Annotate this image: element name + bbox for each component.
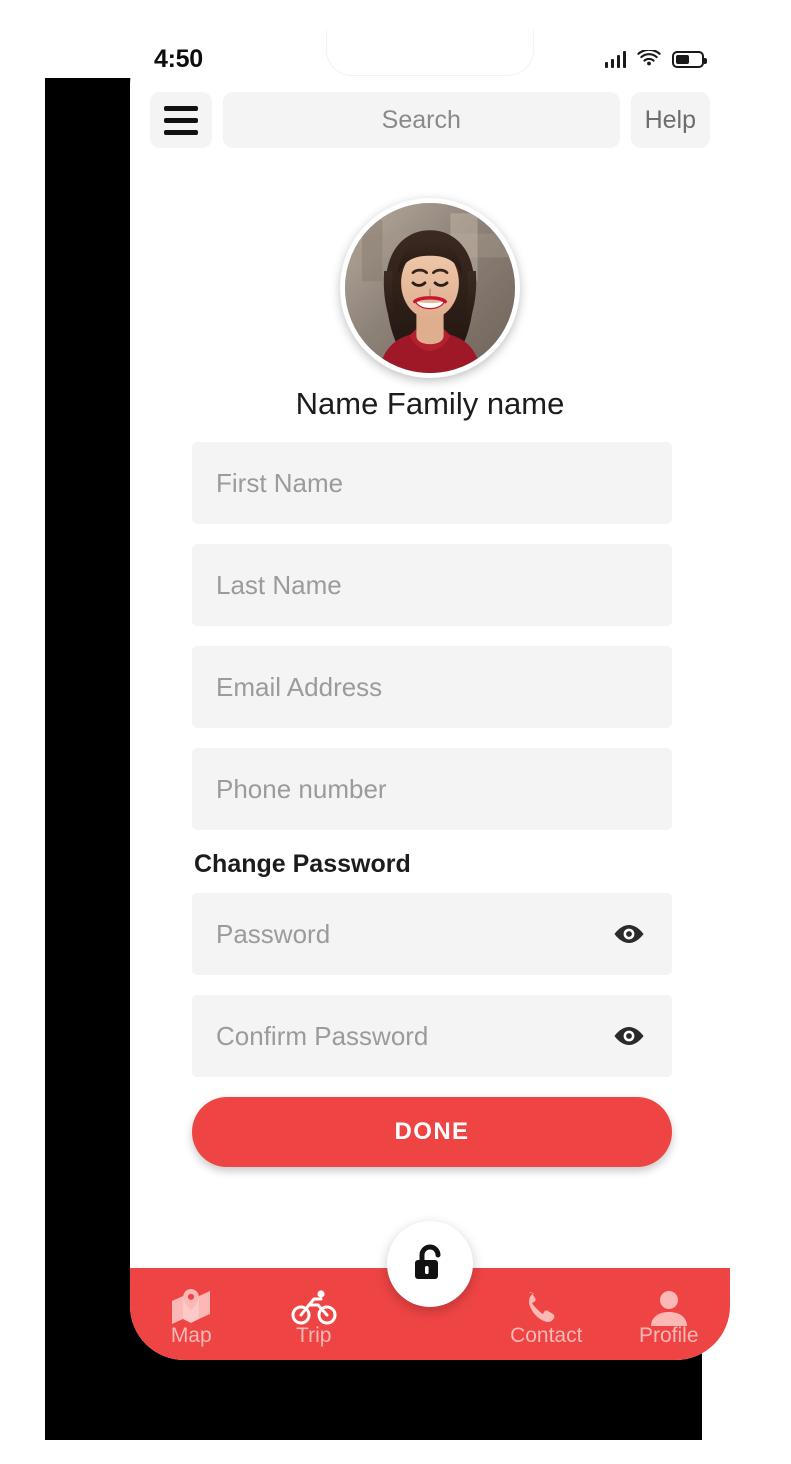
last-name-placeholder: Last Name (216, 569, 342, 600)
nav-item-trip[interactable]: Trip (253, 1268, 376, 1360)
status-bar-icons (604, 48, 707, 68)
eye-icon[interactable] (612, 922, 646, 946)
nav-item-contact[interactable]: Contact (485, 1268, 608, 1360)
unlock-padlock-icon (409, 1241, 451, 1287)
password-placeholder: Password (216, 918, 331, 949)
done-button-label: DONE (394, 1118, 470, 1145)
app-bar: Search Help (130, 92, 730, 148)
phone-number-placeholder: Phone number (216, 773, 387, 804)
nav-label-contact: Contact (510, 1324, 583, 1347)
nav-label-map: Map (170, 1324, 212, 1347)
bicycle-icon (291, 1288, 337, 1328)
phone-number-field[interactable]: Phone number (192, 748, 672, 830)
nav-item-map[interactable]: Map (130, 1268, 253, 1360)
avatar-photo (340, 198, 520, 378)
first-name-field[interactable]: First Name (192, 442, 672, 524)
cellular-signal-icon (604, 50, 626, 68)
nav-item-profile[interactable]: Profile (608, 1268, 731, 1360)
search-placeholder: Search (381, 105, 461, 134)
eye-icon[interactable] (612, 1024, 646, 1048)
unlock-fab-button[interactable] (387, 1221, 473, 1307)
first-name-placeholder: First Name (216, 467, 344, 498)
email-address-field[interactable]: Email Address (192, 646, 672, 728)
profile-form: First Name Last Name Email Address Phone… (192, 442, 672, 1167)
phone-icon (523, 1288, 569, 1328)
status-bar: 4:50 (130, 30, 730, 88)
nav-label-profile: Profile (638, 1324, 699, 1347)
battery-icon (672, 50, 707, 68)
last-name-field[interactable]: Last Name (192, 544, 672, 626)
avatar[interactable] (340, 198, 520, 378)
change-password-label: Change Password (194, 850, 411, 878)
phone-screen: 4:50 Search Help Name Family name First … (130, 30, 730, 1360)
page-title: Name Family name (295, 386, 565, 421)
person-icon (646, 1288, 692, 1328)
status-bar-time: 4:50 (154, 44, 203, 73)
hamburger-menu-icon[interactable] (150, 92, 212, 148)
screenshot-stage: 4:50 Search Help Name Family name First … (0, 0, 791, 1464)
nav-label-trip: Trip (296, 1324, 332, 1347)
map-pin-icon (168, 1288, 214, 1328)
done-button[interactable]: DONE (192, 1097, 672, 1167)
email-address-placeholder: Email Address (216, 671, 383, 702)
confirm-password-placeholder: Confirm Password (216, 1020, 429, 1051)
password-field[interactable]: Password (192, 893, 672, 975)
help-button[interactable]: Help (630, 92, 710, 148)
help-label: Help (644, 105, 696, 134)
search-input[interactable]: Search (223, 92, 620, 148)
confirm-password-field[interactable]: Confirm Password (192, 995, 672, 1077)
wifi-icon (637, 48, 661, 68)
